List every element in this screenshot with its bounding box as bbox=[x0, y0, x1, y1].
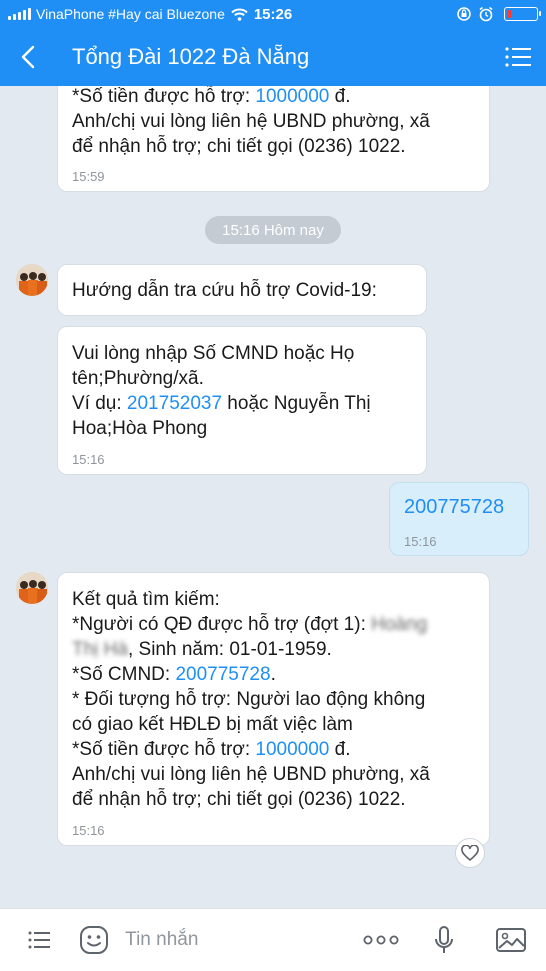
chat-header: Tổng Đài 1022 Đà Nẵng bbox=[0, 28, 546, 86]
image-button[interactable] bbox=[477, 909, 546, 971]
redacted-name: Thị Hà bbox=[72, 639, 128, 660]
avatar[interactable] bbox=[16, 572, 48, 604]
wifi-icon bbox=[231, 8, 248, 21]
message-line: *Số tiền được hỗ trợ: 1000000 đ. bbox=[72, 86, 351, 107]
avatar-image bbox=[16, 572, 48, 604]
heart-icon bbox=[461, 845, 479, 861]
emoji-icon bbox=[80, 926, 109, 954]
back-arrow-icon bbox=[21, 45, 35, 69]
id-number-link[interactable]: 200775728 bbox=[175, 664, 270, 685]
message-line: Hướng dẫn tra cứu hỗ trợ Covid-19: bbox=[72, 280, 377, 301]
menu-button[interactable] bbox=[490, 28, 546, 86]
message-line: để nhận hỗ trợ; chi tiết gọi (0236) 1022… bbox=[72, 136, 406, 157]
message-line: * Đối tượng hỗ trợ: Người lao động không bbox=[72, 689, 426, 710]
query-number[interactable]: 200775728 bbox=[404, 495, 514, 520]
chat-area[interactable]: *Số tiền được hỗ trợ: 1000000 đ. Anh/chị… bbox=[0, 86, 546, 908]
date-divider: 15:16 Hôm nay bbox=[205, 216, 341, 244]
message-time: 15:59 bbox=[72, 169, 105, 184]
my-message-bubble[interactable]: 200775728 15:16 bbox=[389, 482, 529, 556]
list-icon bbox=[28, 931, 50, 949]
back-button[interactable] bbox=[0, 28, 56, 86]
message-line: Thị Hà, Sinh năm: 01-01-1959. bbox=[72, 639, 332, 660]
alarm-icon bbox=[479, 6, 493, 22]
example-number-link[interactable]: 201752037 bbox=[127, 393, 222, 414]
message-line: Ví dụ: 201752037 hoặc Nguyễn Thị bbox=[72, 393, 371, 414]
microphone-icon bbox=[434, 926, 453, 953]
status-bar: VinaPhone #Hay cai Bluezone 15:26 bbox=[0, 0, 546, 28]
avatar-image bbox=[16, 264, 48, 296]
like-button[interactable] bbox=[455, 838, 485, 868]
message-line: *Số tiền được hỗ trợ: 1000000 đ. bbox=[72, 739, 351, 760]
message-bubble[interactable]: Vui lòng nhập Số CMND hoặc Họ tên;Phường… bbox=[57, 326, 427, 475]
message-time: 15:16 bbox=[72, 452, 105, 467]
emoji-button[interactable] bbox=[77, 909, 111, 971]
message-bubble[interactable]: Kết quả tìm kiếm: *Người có QĐ được hỗ t… bbox=[57, 572, 490, 846]
list-button[interactable] bbox=[0, 909, 77, 971]
more-icon bbox=[363, 935, 399, 945]
more-button[interactable] bbox=[351, 909, 411, 971]
carrier-name: VinaPhone #Hay cai Bluezone bbox=[36, 6, 225, 22]
message-line: Vui lòng nhập Số CMND hoặc Họ bbox=[72, 343, 355, 364]
amount-link[interactable]: 1000000 bbox=[255, 739, 329, 760]
message-line: tên;Phường/xã. bbox=[72, 368, 204, 389]
message-line: *Người có QĐ được hỗ trợ (đợt 1): Hoàng bbox=[72, 614, 428, 635]
message-input[interactable]: Tin nhắn bbox=[125, 929, 351, 951]
message-line: Anh/chị vui lòng liên hệ UBND phường, xã bbox=[72, 764, 430, 785]
rotation-lock-icon bbox=[457, 7, 471, 21]
image-icon bbox=[496, 928, 527, 952]
amount-link[interactable]: 1000000 bbox=[255, 86, 329, 107]
message-line: *Số CMND: 200775728. bbox=[72, 664, 276, 685]
message-line: Kết quả tìm kiếm: bbox=[72, 589, 220, 610]
redacted-name: Hoàng bbox=[371, 614, 428, 635]
menu-icon bbox=[505, 47, 531, 67]
message-line: Anh/chị vui lòng liên hệ UBND phường, xã bbox=[72, 111, 430, 132]
message-time: 15:16 bbox=[72, 823, 105, 838]
signal-icon bbox=[8, 8, 31, 20]
message-time: 15:16 bbox=[404, 534, 437, 549]
message-line: Hoa;Hòa Phong bbox=[72, 418, 208, 439]
message-bubble[interactable]: Hướng dẫn tra cứu hỗ trợ Covid-19: bbox=[57, 264, 427, 316]
message-line: để nhận hỗ trợ; chi tiết gọi (0236) 1022… bbox=[72, 789, 406, 810]
voice-button[interactable] bbox=[411, 909, 477, 971]
avatar[interactable] bbox=[16, 264, 48, 296]
message-input-bar: Tin nhắn bbox=[0, 908, 546, 971]
page-title: Tổng Đài 1022 Đà Nẵng bbox=[72, 44, 310, 69]
battery-icon bbox=[504, 7, 541, 21]
message-line: có giao kết HĐLĐ bị mất việc làm bbox=[72, 714, 353, 735]
message-bubble[interactable]: *Số tiền được hỗ trợ: 1000000 đ. Anh/chị… bbox=[57, 86, 490, 192]
